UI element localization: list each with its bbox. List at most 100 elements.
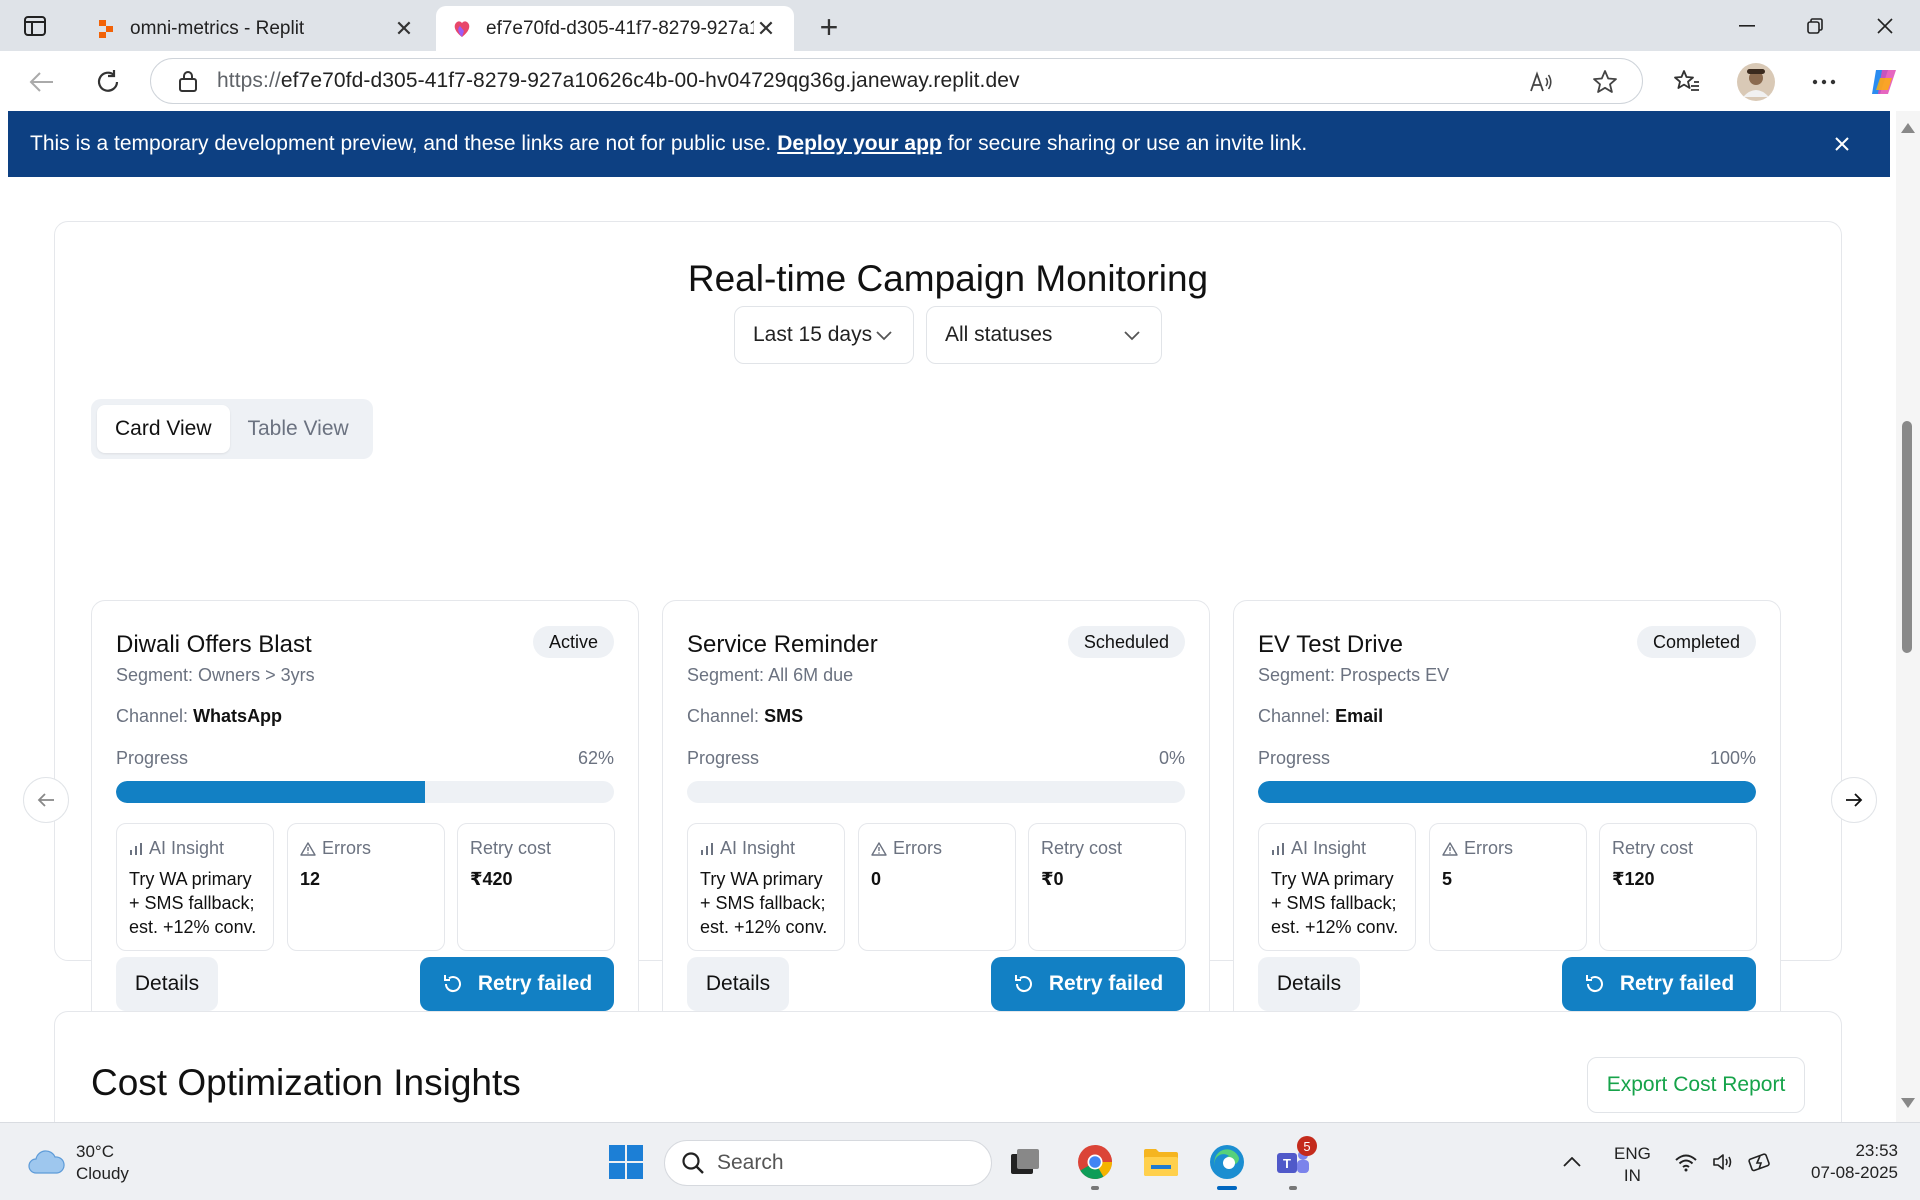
running-indicator-active xyxy=(1217,1186,1237,1190)
campaign-name: Service Reminder xyxy=(687,631,878,658)
tab-strip: omni-metrics - Replit ✕ ef7e70fd-d305-41… xyxy=(0,0,1920,51)
status-badge: Completed xyxy=(1636,626,1756,658)
read-aloud-icon[interactable] xyxy=(1528,69,1554,95)
tab-preview[interactable]: ef7e70fd-d305-41f7-8279-927a10626c4b-00-… xyxy=(436,6,794,51)
ai-insight-box: AI Insight Try WA primary + SMS fallback… xyxy=(116,823,274,951)
region-code: IN xyxy=(1623,1166,1641,1185)
progress-value: 62% xyxy=(577,748,614,768)
errors-value: 5 xyxy=(1442,869,1453,889)
scrollbar-thumb[interactable] xyxy=(1902,421,1912,653)
taskbar-search[interactable]: Search xyxy=(664,1140,992,1186)
campaign-name: EV Test Drive xyxy=(1258,631,1403,658)
campaign-channel: Channel: WhatsApp xyxy=(116,706,283,726)
task-view-icon[interactable] xyxy=(1003,1140,1047,1184)
carousel-next-button[interactable] xyxy=(1831,777,1877,823)
back-icon[interactable] xyxy=(24,64,60,100)
close-tab-icon[interactable]: ✕ xyxy=(754,16,778,41)
retry-failed-button[interactable]: Retry failed xyxy=(1562,957,1756,1011)
page-title: Real-time Campaign Monitoring xyxy=(687,258,1209,299)
arrow-left-icon xyxy=(37,793,54,807)
minimize-icon[interactable] xyxy=(1724,10,1770,42)
retry-failed-button[interactable]: Retry failed xyxy=(420,957,614,1011)
language-indicator[interactable]: ENG IN xyxy=(1614,1143,1651,1187)
ai-insight-text: Try WA primary + SMS fallback; est. +12%… xyxy=(129,869,257,937)
more-icon[interactable] xyxy=(1806,64,1842,100)
details-button[interactable]: Details xyxy=(687,957,789,1011)
status-select[interactable]: All statuses xyxy=(926,306,1162,364)
refresh-icon[interactable] xyxy=(90,64,126,100)
tab-title: ef7e70fd-d305-41f7-8279-927a10626c4b-00-… xyxy=(486,17,754,39)
campaign-card-2: Service Reminder Scheduled Segment: All … xyxy=(662,600,1210,1035)
warning-icon xyxy=(871,841,887,856)
warning-icon xyxy=(300,841,316,856)
progress-value: 100% xyxy=(1709,748,1756,768)
chevron-down-icon xyxy=(1123,327,1141,345)
campaign-card-3: EV Test Drive Completed Segment: Prospec… xyxy=(1233,600,1781,1035)
retry-cost-value: ₹120 xyxy=(1612,869,1655,889)
cloud-icon xyxy=(28,1150,65,1174)
star-icon[interactable] xyxy=(1592,69,1618,95)
system-clock[interactable]: 23:53 07-08-2025 xyxy=(1811,1140,1898,1184)
tab-table-view[interactable]: Table View xyxy=(230,405,367,453)
page-scrollbar[interactable] xyxy=(1896,111,1920,1122)
wifi-icon[interactable] xyxy=(1668,1140,1704,1184)
campaign-segment: Segment: All 6M due xyxy=(687,665,854,685)
edge-icon[interactable] xyxy=(1205,1140,1249,1190)
tab-omni-metrics[interactable]: omni-metrics - Replit ✕ xyxy=(80,6,432,51)
scroll-up-arrow[interactable] xyxy=(1901,123,1915,133)
close-tab-icon[interactable]: ✕ xyxy=(392,16,416,41)
volume-icon[interactable] xyxy=(1706,1140,1742,1184)
search-placeholder: Search xyxy=(717,1151,784,1174)
bar-chart-icon xyxy=(701,842,713,855)
dev-preview-banner: This is a temporary development preview,… xyxy=(8,111,1890,177)
chevron-up-icon[interactable] xyxy=(1554,1140,1590,1184)
progress-label: Progress xyxy=(116,748,189,768)
campaign-channel: Channel: SMS xyxy=(687,706,804,726)
close-window-icon[interactable] xyxy=(1862,10,1908,42)
errors-value: 0 xyxy=(871,869,882,889)
windows-icon[interactable] xyxy=(604,1140,648,1184)
campaign-monitoring-section: Real-time Campaign Monitoring Last 15 da… xyxy=(23,221,1877,1035)
campaign-segment: Segment: Owners > 3yrs xyxy=(116,665,315,685)
file-explorer-icon[interactable] xyxy=(1139,1140,1183,1184)
favorites-icon[interactable] xyxy=(1669,64,1705,100)
retry-failed-button[interactable]: Retry failed xyxy=(991,957,1185,1011)
tab-card-view[interactable]: Card View xyxy=(97,405,230,453)
running-indicator xyxy=(1091,1186,1099,1190)
copilot-icon[interactable] xyxy=(1866,64,1902,100)
retry-cost-box: Retry cost ₹420 xyxy=(457,823,615,951)
details-button[interactable]: Details xyxy=(116,957,218,1011)
clock-time: 23:53 xyxy=(1855,1141,1898,1160)
profile-avatar[interactable] xyxy=(1736,62,1776,102)
carousel-prev-button[interactable] xyxy=(23,777,69,823)
address-bar[interactable]: https://ef7e70fd-d305-41f7-8279-927a1062… xyxy=(150,58,1643,104)
status-badge: Active xyxy=(532,626,614,658)
details-button[interactable]: Details xyxy=(1258,957,1360,1011)
warning-icon xyxy=(1442,841,1458,856)
plus-icon[interactable]: + xyxy=(812,9,846,45)
ai-insight-text: Try WA primary + SMS fallback; est. +12%… xyxy=(1271,869,1399,937)
banner-text: This is a temporary development preview,… xyxy=(30,132,772,155)
errors-value: 12 xyxy=(300,869,321,889)
weather-widget[interactable]: 30°C Cloudy xyxy=(26,1141,129,1185)
retry-cost-value: ₹0 xyxy=(1041,869,1064,889)
lock-icon[interactable] xyxy=(177,70,199,92)
bar-chart-icon xyxy=(1272,842,1284,855)
scroll-down-arrow[interactable] xyxy=(1901,1098,1915,1108)
windows-taskbar: 30°C Cloudy Search T 5 ENG IN 23:53 07-0… xyxy=(0,1122,1920,1200)
progress-bar xyxy=(687,781,1185,803)
deploy-link[interactable]: Deploy your app xyxy=(777,132,942,156)
teams-icon[interactable]: T 5 xyxy=(1271,1136,1317,1190)
date-range-select[interactable]: Last 15 days xyxy=(734,306,914,364)
campaign-segment: Segment: Prospects EV xyxy=(1258,665,1450,685)
errors-box: Errors 0 xyxy=(858,823,1016,951)
close-icon[interactable] xyxy=(1830,132,1854,156)
export-cost-report-button[interactable]: Export Cost Report xyxy=(1587,1057,1805,1113)
notification-badge: 5 xyxy=(1297,1136,1317,1156)
retry-cost-box: Retry cost ₹120 xyxy=(1599,823,1757,951)
address-toolbar: https://ef7e70fd-d305-41f7-8279-927a1062… xyxy=(0,51,1920,111)
sidebar-toggle-icon[interactable] xyxy=(18,12,52,40)
chrome-icon[interactable] xyxy=(1073,1140,1117,1190)
battery-icon[interactable] xyxy=(1742,1140,1778,1184)
restore-icon[interactable] xyxy=(1792,10,1838,42)
